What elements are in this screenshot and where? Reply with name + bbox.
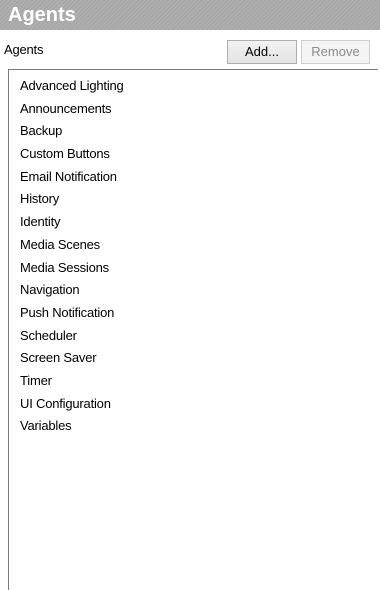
title-bar: Agents [0,0,380,30]
add-button[interactable]: Add... [227,40,297,64]
panel-title: Agents [8,4,76,26]
list-item-media-sessions[interactable]: Media Sessions [9,257,378,280]
agents-section-label: Agents [4,42,44,57]
list-item-navigation[interactable]: Navigation [9,279,378,302]
list-item-advanced-lighting[interactable]: Advanced Lighting [9,75,378,98]
list-item-media-scenes[interactable]: Media Scenes [9,234,378,257]
agents-panel: Agents Agents Add... Remove Advanced Lig… [0,0,380,590]
list-item-history[interactable]: History [9,188,378,211]
remove-button[interactable]: Remove [301,40,370,64]
list-item-variables[interactable]: Variables [9,415,378,438]
list-item-email-notification[interactable]: Email Notification [9,166,378,189]
agents-toolbar: Agents Add... Remove [0,30,380,66]
agents-list-items: Advanced Lighting Announcements Backup C… [9,70,378,438]
list-item-push-notification[interactable]: Push Notification [9,302,378,325]
agents-list[interactable]: Advanced Lighting Announcements Backup C… [8,69,378,590]
list-item-backup[interactable]: Backup [9,120,378,143]
list-item-scheduler[interactable]: Scheduler [9,325,378,348]
list-item-custom-buttons[interactable]: Custom Buttons [9,143,378,166]
list-item-identity[interactable]: Identity [9,211,378,234]
list-item-ui-configuration[interactable]: UI Configuration [9,393,378,416]
list-item-timer[interactable]: Timer [9,370,378,393]
list-item-announcements[interactable]: Announcements [9,98,378,121]
list-item-screen-saver[interactable]: Screen Saver [9,347,378,370]
